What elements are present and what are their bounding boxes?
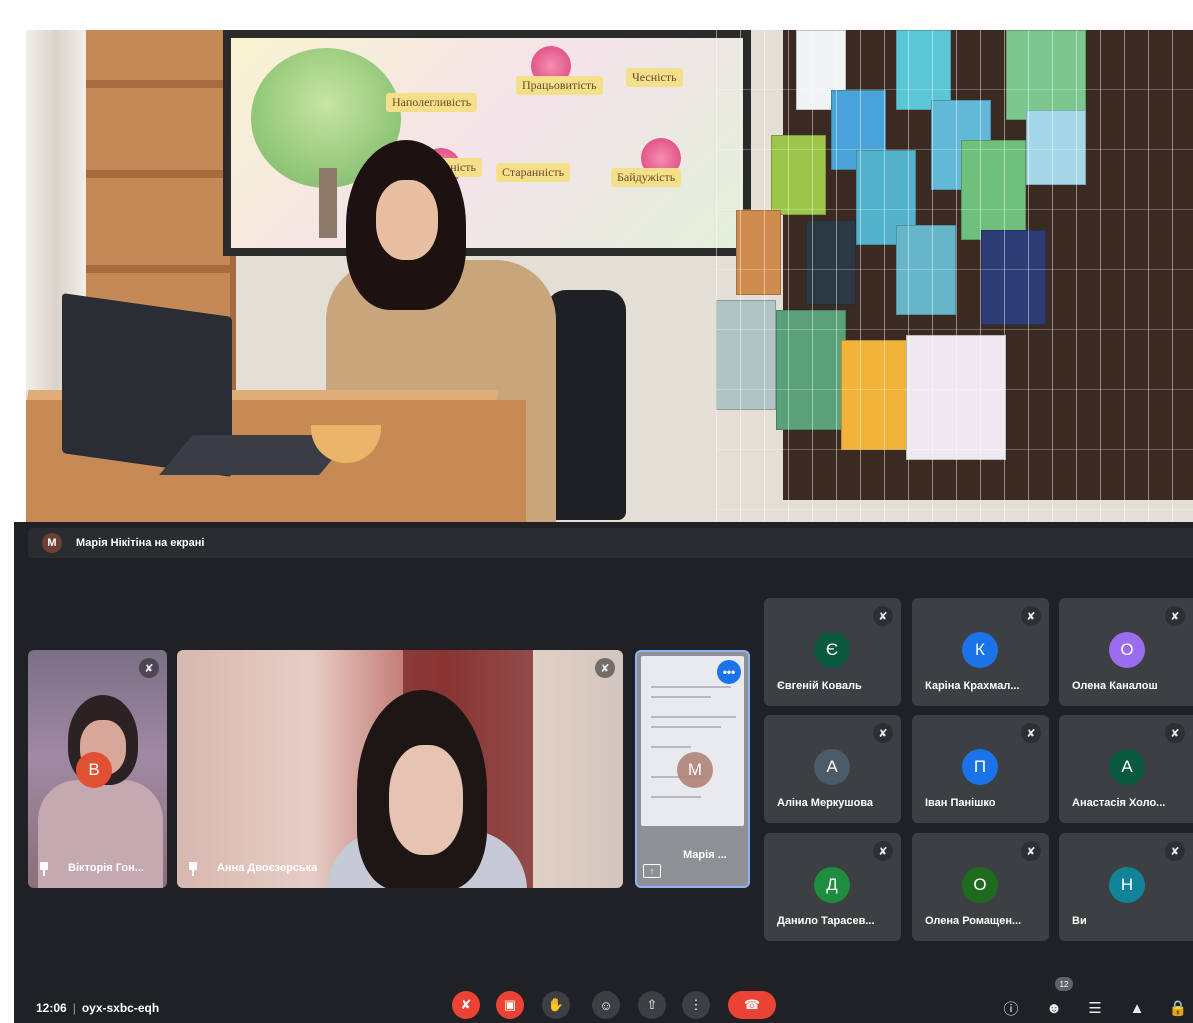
host-controls-icon[interactable]: 🔒 [1167, 997, 1189, 1019]
participant-name: Олена Каналош [1072, 680, 1158, 692]
participant-tile[interactable]: ✘ А Аліна Меркушова [764, 715, 901, 823]
more-options-icon[interactable]: ⋮ [682, 991, 710, 1019]
pin-icon[interactable] [38, 862, 50, 876]
participant-name: Данило Тарасев... [777, 915, 875, 927]
mic-off-icon: ✘ [595, 658, 615, 678]
participant-avatar: А [1109, 749, 1145, 785]
call-controls-bar: 12:06 | oyx-sxbc-eqh ✘ ▣ ✋ ☺ ⇧ ⋮ ☎ ⓘ ☻ 12 … [14, 977, 1193, 1023]
participant-tile[interactable]: ✘ О Олена Каналош [1059, 598, 1193, 706]
raise-hand-icon[interactable]: ✋ [542, 991, 570, 1019]
participant-name: Каріна Крахмал... [925, 680, 1020, 692]
participant-avatar: А [814, 749, 850, 785]
participant-name: Вікторія Гон... [68, 862, 144, 874]
pin-icon[interactable] [187, 862, 199, 876]
presenter-avatar: M [42, 533, 62, 553]
video-tile-viktoria[interactable]: В ✘ Вікторія Гон... [28, 650, 167, 888]
participant-name: Олена Ромащен... [925, 915, 1022, 927]
chair [546, 290, 626, 520]
participant-tile[interactable]: ✘ Д Данило Тарасев... [764, 833, 901, 941]
presentation-text: Марія Нікітіна на екрані [76, 537, 205, 549]
participant-tile-self[interactable]: ✘ Н Ви [1059, 833, 1193, 941]
participant-avatar: О [1109, 632, 1145, 668]
whiteboard-word: Працьовитість [516, 76, 603, 95]
mic-off-icon: ✘ [873, 606, 893, 626]
classroom-photo: Чесність Працьовитість Наполегливість Ст… [26, 30, 1193, 522]
participant-avatar: Є [814, 632, 850, 668]
whiteboard-word: Наполегливість [386, 93, 478, 112]
present-screen-icon: ↑ [643, 864, 661, 878]
participant-name: Євгеній Коваль [777, 680, 862, 692]
book-rack [716, 30, 1193, 522]
camera-off-icon[interactable]: ▣ [496, 991, 524, 1019]
participant-name: Анна Двоєзерська [217, 862, 318, 874]
whiteboard-word: Байдужість [611, 168, 682, 187]
meeting-code: oyx-sxbc-eqh [81, 1001, 160, 1015]
meeting-info: 12:06 | oyx-sxbc-eqh [36, 1001, 160, 1015]
whiteboard-word: Чесність [626, 68, 683, 87]
participant-avatar: П [962, 749, 998, 785]
mic-off-icon: ✘ [1021, 723, 1041, 743]
video-call-window: M Марія Нікітіна на екрані В ✘ Вікторія … [14, 522, 1193, 1023]
participant-tile[interactable]: ✘ О Олена Ромащен... [912, 833, 1049, 941]
participant-name: Ви [1072, 915, 1087, 927]
participant-avatar: М [677, 752, 713, 788]
chat-icon[interactable]: ☰ [1084, 997, 1106, 1019]
whiteboard-word: Старанність [496, 163, 571, 182]
interactive-whiteboard: Чесність Працьовитість Наполегливість Ст… [223, 30, 751, 256]
activities-icon[interactable]: ▲ [1126, 997, 1148, 1019]
mic-off-icon: ✘ [1165, 841, 1185, 861]
mic-off-icon: ✘ [139, 658, 159, 678]
participant-name: Аліна Меркушова [777, 797, 874, 809]
participant-avatar: Н [1109, 867, 1145, 903]
info-icon[interactable]: ⓘ [1000, 997, 1022, 1019]
present-screen-icon[interactable]: ⇧ [638, 991, 666, 1019]
participant-avatar: К [962, 632, 998, 668]
participant-tile[interactable]: ✘ К Каріна Крахмал... [912, 598, 1049, 706]
people-count-badge: 12 [1055, 977, 1073, 991]
mic-off-icon: ✘ [1021, 606, 1041, 626]
mic-off-icon: ✘ [873, 841, 893, 861]
people-icon[interactable]: ☻ [1043, 997, 1065, 1019]
participant-name: Марія ... [683, 849, 727, 861]
participant-tile[interactable]: ✘ Є Євгеній Коваль [764, 598, 901, 706]
participant-name: Анастасія Холо... [1072, 797, 1166, 809]
video-tile-anna[interactable]: ✘ Анна Двоєзерська [177, 650, 623, 888]
participant-avatar: О [962, 867, 998, 903]
emoji-icon[interactable]: ☺ [592, 991, 620, 1019]
more-options-icon[interactable]: ••• [717, 660, 741, 684]
participant-name: Іван Панішко [925, 797, 996, 809]
participant-tile[interactable]: ✘ А Анастасія Холо... [1059, 715, 1193, 823]
mic-off-icon: ✘ [1165, 723, 1185, 743]
presentation-banner: M Марія Нікітіна на екрані [28, 528, 1193, 558]
participant-avatar: В [76, 752, 112, 788]
mic-off-icon: ✘ [1165, 606, 1185, 626]
mic-off-icon: ✘ [1021, 841, 1041, 861]
participant-avatar: Д [814, 867, 850, 903]
mic-off-icon: ✘ [873, 723, 893, 743]
clock-time: 12:06 [36, 1001, 67, 1015]
end-call-icon[interactable]: ☎ [728, 991, 776, 1019]
video-tile-maria-presentation[interactable]: ••• М Марія ... ↑ [635, 650, 750, 888]
participant-tile[interactable]: ✘ П Іван Панішко [912, 715, 1049, 823]
mic-off-icon[interactable]: ✘ [452, 991, 480, 1019]
